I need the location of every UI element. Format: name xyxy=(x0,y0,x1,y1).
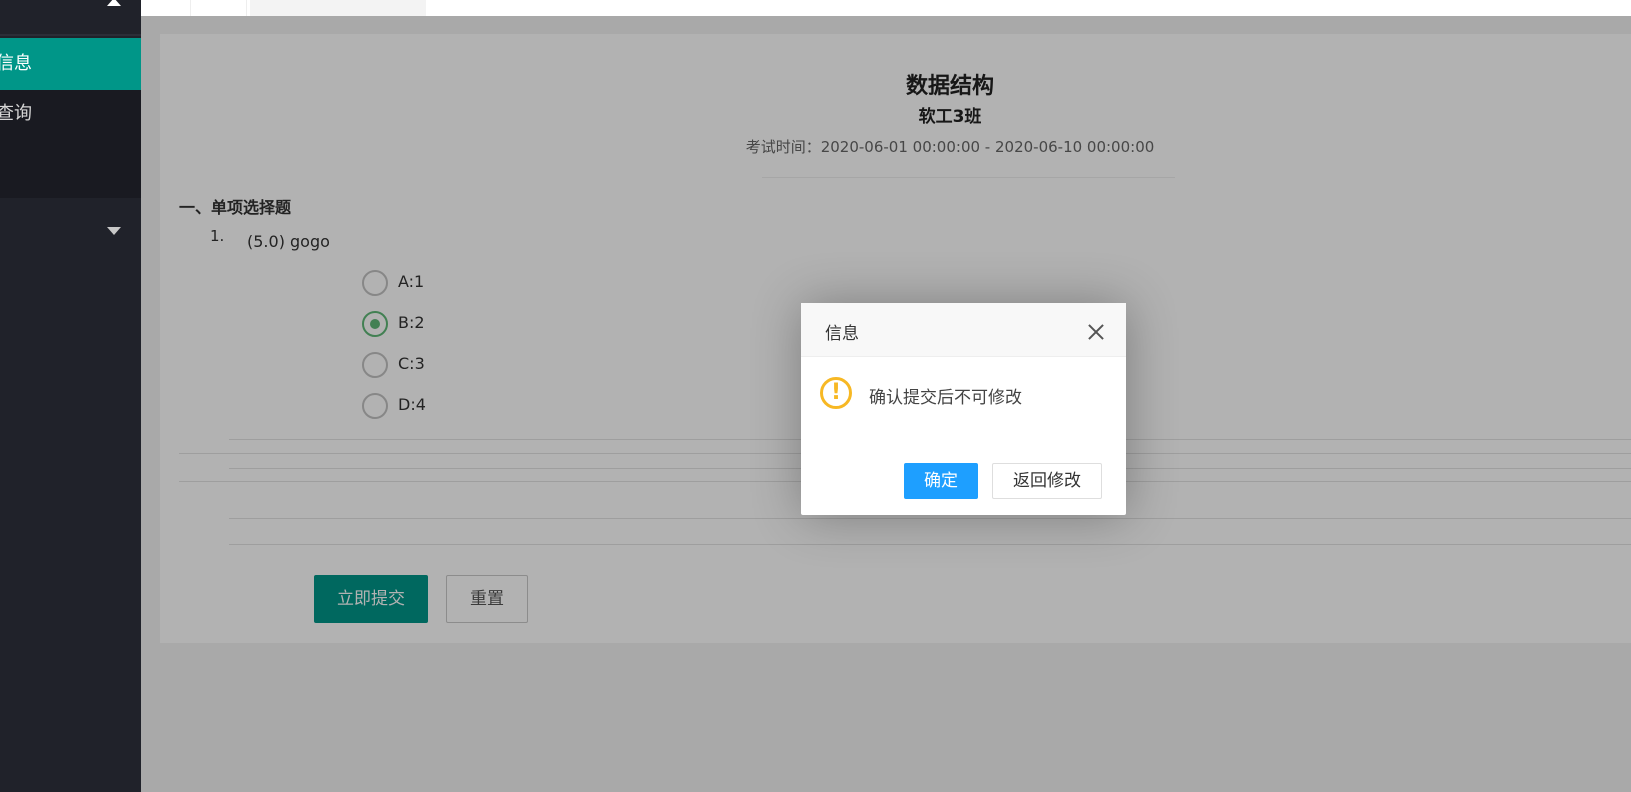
close-icon[interactable] xyxy=(1084,320,1108,344)
sidebar: 信息 查询 xyxy=(0,0,141,792)
back-to-edit-button[interactable]: 返回修改 xyxy=(992,463,1102,499)
dialog-header: 信息 xyxy=(801,303,1126,357)
caret-up-icon[interactable] xyxy=(107,0,121,6)
dialog-title: 信息 xyxy=(825,324,859,344)
sidebar-divider xyxy=(0,34,141,36)
confirm-dialog: 信息 ! 确认提交后不可修改 确定 返回修改 xyxy=(801,303,1126,515)
warning-icon: ! xyxy=(820,377,852,409)
dialog-message: 确认提交后不可修改 xyxy=(869,388,1022,408)
tab-current[interactable] xyxy=(250,0,426,16)
sidebar-item-info[interactable]: 信息 xyxy=(0,38,141,90)
tab-home[interactable] xyxy=(190,0,247,16)
top-tab-bar xyxy=(141,0,1631,17)
caret-down-icon[interactable] xyxy=(107,227,121,235)
sidebar-item-query[interactable]: 查询 xyxy=(0,88,141,140)
confirm-button[interactable]: 确定 xyxy=(904,463,978,499)
